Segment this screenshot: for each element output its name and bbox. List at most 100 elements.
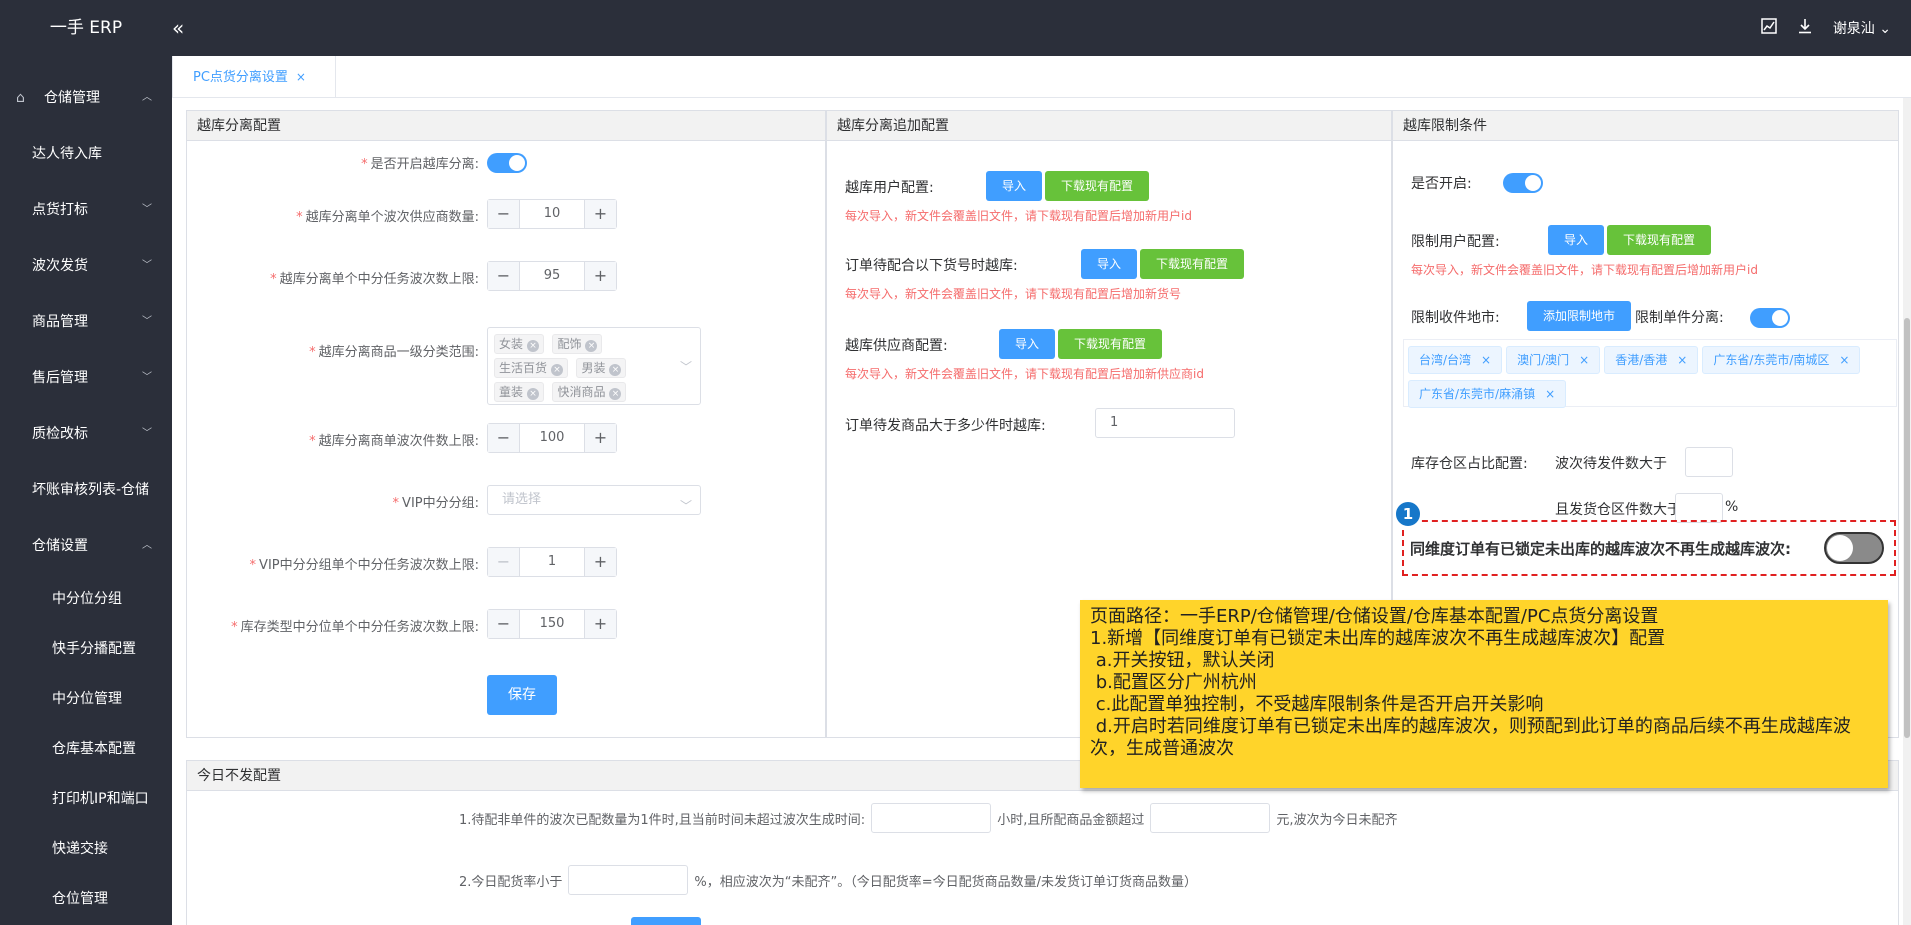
download-suppliers-button[interactable]: 下载现有配置 bbox=[1058, 329, 1162, 359]
wave-limit-label: * 越库分离单个中分任务波次数上限: bbox=[270, 272, 479, 287]
import-limit-users-button[interactable]: 导入 bbox=[1548, 225, 1604, 255]
vip-group-select[interactable]: 请选择 ﹀ bbox=[487, 485, 701, 515]
sidebar-item-label: 打印机IP和端口 bbox=[52, 791, 149, 807]
category-tag: 童装 × bbox=[494, 382, 545, 402]
single-piece-label: 限制单件分离: bbox=[1635, 310, 1724, 326]
decrement-button[interactable]: − bbox=[488, 200, 520, 228]
sidebar-item-express[interactable]: 快递交接 bbox=[0, 824, 172, 874]
sidebar-item-influencer-inbound[interactable]: 达人待入库 bbox=[0, 126, 172, 182]
category-range-label: * 越库分离商品一级分类范围: bbox=[309, 345, 479, 360]
tag-close-icon[interactable]: × bbox=[527, 340, 540, 352]
goods-config-label: 订单待配合以下货号时越库: bbox=[845, 258, 1018, 274]
sidebar-item-storage[interactable]: ⌂ 仓储管理 ︿ bbox=[0, 70, 172, 126]
storage-wave-label: * 库存类型中分位单个中分任务波次数上限: bbox=[231, 620, 479, 635]
restriction-enable-switch[interactable] bbox=[1503, 173, 1543, 193]
stepper-value[interactable]: 10 bbox=[520, 200, 584, 228]
wave-pending-input[interactable] bbox=[1685, 447, 1733, 477]
sidebar-item-kuaishou-sort[interactable]: 快手分播配置 bbox=[0, 624, 172, 674]
goods-amount-input[interactable] bbox=[1150, 803, 1271, 833]
tab-pc-separation[interactable]: PC点货分离设置 × bbox=[172, 56, 336, 98]
decrement-button[interactable]: − bbox=[488, 548, 520, 576]
sidebar-item-printer[interactable]: 打印机IP和端口 bbox=[0, 774, 172, 824]
collapse-sidebar-icon[interactable]: « bbox=[172, 16, 184, 40]
rule-1-text-b: 小时,且所配商品金额超过 bbox=[997, 812, 1145, 828]
note-line: c.此配置单独控制，不受越库限制条件是否开启开关影响 bbox=[1090, 694, 1544, 715]
tag-close-icon[interactable]: × bbox=[609, 364, 622, 376]
sidebar-item-after-sales[interactable]: 售后管理 ﹀ bbox=[0, 350, 172, 406]
sidebar-item-products[interactable]: 商品管理 ﹀ bbox=[0, 294, 172, 350]
download-users-button[interactable]: 下载现有配置 bbox=[1045, 171, 1149, 201]
sidebar-item-mid-group[interactable]: 中分位分组 bbox=[0, 574, 172, 624]
tag-close-icon[interactable]: × bbox=[551, 364, 564, 376]
locked-wave-switch[interactable] bbox=[1824, 532, 1884, 564]
wave-pending-label: 波次待发件数大于 bbox=[1555, 456, 1667, 472]
increment-button[interactable]: + bbox=[584, 548, 616, 576]
import-users-button[interactable]: 导入 bbox=[986, 171, 1042, 201]
sidebar-item-location[interactable]: 仓位管理 bbox=[0, 874, 172, 924]
locked-wave-label: 同维度订单有已锁定未出库的越库波次不再生成越库波次: bbox=[1410, 540, 1792, 558]
increment-button[interactable]: + bbox=[584, 262, 616, 290]
chart-icon[interactable] bbox=[1761, 18, 1777, 38]
chevron-down-icon: ﹀ bbox=[142, 372, 152, 383]
sidebar-item-mid-manage[interactable]: 中分位管理 bbox=[0, 674, 172, 724]
goods-import-hint: 每次导入，新文件会覆盖旧文件，请下载现有配置后增加新货号 bbox=[845, 287, 1182, 301]
close-icon[interactable]: × bbox=[1545, 387, 1555, 401]
single-piece-switch[interactable] bbox=[1750, 308, 1790, 328]
chevron-down-icon: ﹀ bbox=[142, 204, 152, 215]
category-tag: 女装 × bbox=[494, 334, 545, 354]
decrement-button[interactable]: − bbox=[488, 424, 520, 452]
allocation-rate-input[interactable] bbox=[568, 865, 689, 895]
chevron-down-icon: ⌄ bbox=[1879, 21, 1891, 37]
close-icon[interactable]: × bbox=[1481, 353, 1491, 367]
add-city-button[interactable]: 添加限制地市 bbox=[1527, 301, 1631, 331]
close-icon[interactable]: × bbox=[1839, 353, 1849, 367]
page-scrollbar[interactable] bbox=[1903, 98, 1911, 925]
scrollbar-thumb[interactable] bbox=[1904, 318, 1910, 738]
pending-goods-input[interactable]: 1 bbox=[1095, 408, 1235, 438]
tag-close-icon[interactable]: × bbox=[527, 388, 540, 400]
category-multiselect[interactable]: 女装 × 配饰 × 生活百货 × 男装 × 童装 × 快消商品 × ﹀ bbox=[487, 327, 701, 405]
save-button[interactable]: 保存 bbox=[487, 675, 557, 715]
main-content: 越库分离配置 * 是否开启越库分离: * 越库分离单个波次供应商数量: − 10 +… bbox=[172, 98, 1911, 925]
close-icon[interactable]: × bbox=[1677, 353, 1687, 367]
decrement-button[interactable]: − bbox=[488, 262, 520, 290]
chevron-down-icon: ﹀ bbox=[142, 316, 152, 327]
close-icon[interactable]: × bbox=[296, 70, 306, 84]
stepper-value[interactable]: 100 bbox=[520, 424, 584, 452]
note-line: 1.新增【同维度订单有已锁定未出库的越库波次不再生成越库波次】配置 bbox=[1090, 628, 1666, 649]
import-goods-button[interactable]: 导入 bbox=[1081, 249, 1137, 279]
enable-separation-switch[interactable] bbox=[487, 153, 527, 173]
sidebar-item-storage-settings[interactable]: 仓储设置 ︿ bbox=[0, 518, 172, 574]
sidebar-item-warehouse-config[interactable]: 仓库基本配置 bbox=[0, 724, 172, 774]
category-tag: 配饰 × bbox=[552, 334, 603, 354]
tag-close-icon[interactable]: × bbox=[585, 340, 598, 352]
increment-button[interactable]: + bbox=[584, 200, 616, 228]
sidebar-item-tagging[interactable]: 点货打标 ﹀ bbox=[0, 182, 172, 238]
tag-close-icon[interactable]: × bbox=[609, 388, 622, 400]
new-config-highlight: 同维度订单有已锁定未出库的越库波次不再生成越库波次: bbox=[1402, 520, 1896, 576]
stepper-value[interactable]: 1 bbox=[520, 548, 584, 576]
category-tag: 生活百货 × bbox=[494, 358, 569, 378]
ship-area-input[interactable] bbox=[1675, 493, 1723, 523]
sidebar-item-bad-debt[interactable]: 坏账审核列表-仓储 bbox=[0, 462, 172, 518]
close-icon[interactable]: × bbox=[1579, 353, 1589, 367]
vip-wave-label: * VIP中分分组单个中分任务波次数上限: bbox=[249, 558, 479, 573]
download-goods-button[interactable]: 下载现有配置 bbox=[1140, 249, 1244, 279]
stepper-value[interactable]: 95 bbox=[520, 262, 584, 290]
increment-button[interactable]: + bbox=[584, 610, 616, 638]
stepper-value[interactable]: 150 bbox=[520, 610, 584, 638]
download-icon[interactable] bbox=[1797, 18, 1813, 38]
sidebar-item-wave-shipping[interactable]: 波次发货 ﹀ bbox=[0, 238, 172, 294]
wave-hours-input[interactable] bbox=[871, 803, 992, 833]
city-limit-label: 限制收件地市: bbox=[1411, 310, 1500, 326]
import-suppliers-button[interactable]: 导入 bbox=[999, 329, 1055, 359]
note-line: d.开启时若同维度订单有已锁定未出库的越库波次，则预配到此订单的商品后续不再生成… bbox=[1090, 716, 1851, 759]
sidebar-item-quality[interactable]: 质检改标 ﹀ bbox=[0, 406, 172, 462]
download-limit-users-button[interactable]: 下载现有配置 bbox=[1607, 225, 1711, 255]
rule-1-text-a: 1.待配非单件的波次已配数量为1件时,且当前时间未超过波次生成时间: bbox=[459, 812, 866, 828]
increment-button[interactable]: + bbox=[584, 424, 616, 452]
user-limit-label: 限制用户配置: bbox=[1411, 234, 1500, 250]
user-menu[interactable]: 谢泉汕 ⌄ bbox=[1833, 18, 1891, 38]
save-button[interactable] bbox=[631, 917, 701, 925]
decrement-button[interactable]: − bbox=[488, 610, 520, 638]
